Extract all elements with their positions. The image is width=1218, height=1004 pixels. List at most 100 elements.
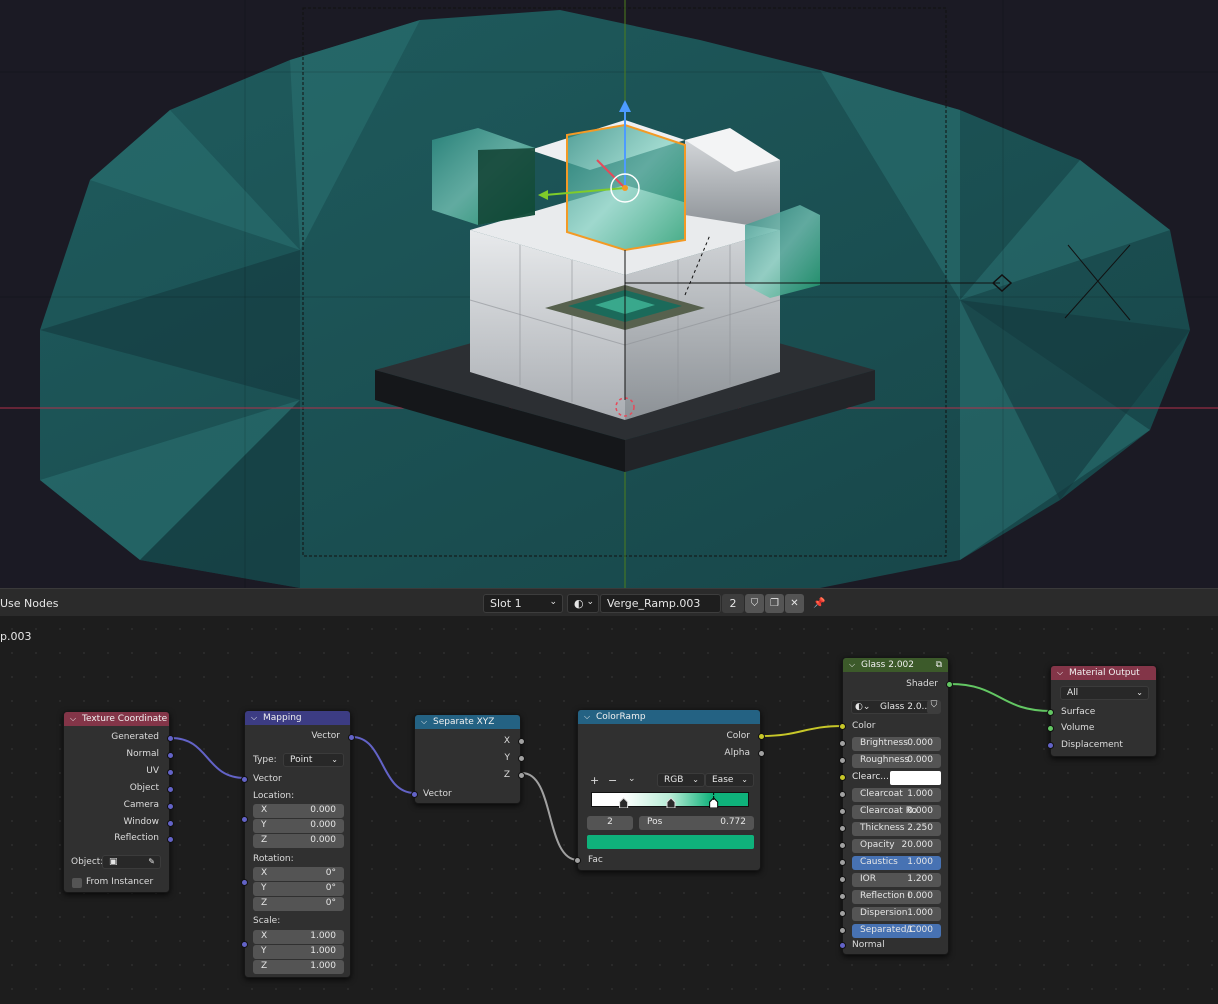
material-name-field[interactable]: Verge_Ramp.003 [600,594,721,613]
chevron-down-icon[interactable]: ⌵ [421,715,427,729]
socket-param[interactable] [839,740,846,747]
socket-volume[interactable] [1047,725,1054,732]
socket-param[interactable] [839,893,846,900]
glass-param-field[interactable]: Separated/C 1.000 [852,924,941,938]
socket-param[interactable] [839,910,846,917]
socket-window[interactable] [167,820,174,827]
node-separate-xyz[interactable]: ⌵ Separate XYZ X Y Z Vector [411,714,525,804]
socket-reflection[interactable] [167,836,174,843]
ramp-stops[interactable] [592,793,750,808]
color-mode-dropdown[interactable]: RGB ⌄ [657,773,705,787]
glass-param-field[interactable]: Reflection I 0.000 [852,890,941,904]
scale-x-field[interactable]: X 1.000 [253,930,344,944]
socket-normal[interactable] [839,942,846,949]
socket-normal[interactable] [167,752,174,759]
socket-param[interactable] [839,774,846,781]
glass-param-field[interactable]: Clearcoat Ro 0.000 [852,805,941,819]
socket-z[interactable] [518,772,525,779]
rotation-x-field[interactable]: X 0° [253,867,344,881]
scale-y-field[interactable]: Y 1.000 [253,945,344,959]
glass-param-field[interactable]: Brightness 0.000 [852,737,941,751]
socket-param[interactable] [839,927,846,934]
remove-stop-button[interactable]: − [608,774,617,787]
chevron-down-icon[interactable]: ⌵ [584,710,590,724]
node-header[interactable]: ⌵ Mapping [245,711,350,725]
chevron-down-icon[interactable]: ⌵ [849,658,855,672]
slot-dropdown[interactable]: Slot 1 ⌄ [483,594,563,613]
glass-param-field[interactable]: Opacity 20.000 [852,839,941,853]
ramp-menu-chevron-icon[interactable]: ⌄ [628,774,636,784]
stop-color-swatch[interactable] [587,835,754,849]
socket-param[interactable] [839,859,846,866]
scale-z-field[interactable]: Z 1.000 [253,960,344,974]
color-ramp-bar[interactable] [591,792,750,808]
node-header[interactable]: ⌵ Glass 2.002 ⧉ [843,658,948,672]
user-count[interactable]: 2 [722,594,744,613]
glass-param-field[interactable]: Caustics 1.000 [852,856,941,870]
glass-param-field[interactable]: IOR 1.200 [852,873,941,887]
socket-vector-in[interactable] [241,776,248,783]
node-texture-coordinate[interactable]: ⌵ Texture Coordinate Generated Normal UV… [63,711,174,893]
socket-scale[interactable] [241,941,248,948]
node-header[interactable]: ⌵ ColorRamp [578,710,760,724]
from-instancer-checkbox[interactable] [72,878,82,888]
socket-surface[interactable] [1047,709,1054,716]
socket-object[interactable] [167,786,174,793]
3d-viewport[interactable] [0,0,1218,588]
material-browse-button[interactable]: ◐ ⌄ [567,594,599,613]
location-y-field[interactable]: Y 0.000 [253,819,344,833]
socket-param[interactable] [839,791,846,798]
socket-generated[interactable] [167,735,174,742]
chevron-down-icon[interactable]: ⌵ [251,711,257,725]
socket-displacement[interactable] [1047,742,1054,749]
node-material-output[interactable]: ⌵ Material Output All ⌄ Surface Volume D… [1047,665,1157,757]
fake-user-shield-icon[interactable]: ⛉ [927,700,941,714]
socket-shader[interactable] [946,681,953,688]
node-header[interactable]: ⌵ Texture Coordinate [64,712,169,726]
chevron-down-icon[interactable]: ⌵ [70,712,76,726]
socket-camera[interactable] [167,803,174,810]
socket-fac[interactable] [574,857,581,864]
socket-y[interactable] [518,755,525,762]
add-stop-button[interactable]: + [590,774,599,787]
node-header[interactable]: ⌵ Material Output [1051,666,1156,680]
socket-vector-in[interactable] [411,791,418,798]
ramp-stop-handle[interactable] [619,797,629,808]
socket-uv[interactable] [167,769,174,776]
glass-param-field[interactable]: Roughness 0.000 [852,754,941,768]
target-dropdown[interactable]: All ⌄ [1060,686,1149,700]
socket-color-in[interactable] [839,723,846,730]
glass-param-field[interactable]: Thickness 2.250 [852,822,941,836]
type-dropdown[interactable]: Point ⌄ [283,753,344,767]
node-glass[interactable]: ⌵ Glass 2.002 ⧉ Shader ◐⌄ Glass 2.0... ⛉… [839,657,953,955]
node-mapping[interactable]: ⌵ Mapping Vector Type: Point ⌄ Vector Lo… [241,710,355,978]
stop-index-field[interactable]: 2 [587,816,633,830]
socket-param[interactable] [839,757,846,764]
socket-rotation[interactable] [241,879,248,886]
socket-vector-out[interactable] [348,734,355,741]
node-group-icon[interactable]: ⧉ [936,658,942,672]
glass-param-field[interactable]: Clearcoat 1.000 [852,788,941,802]
duplicate-icon[interactable]: ❐ [765,594,784,613]
stop-position-field[interactable]: Pos 0.772 [639,816,754,830]
socket-x[interactable] [518,738,525,745]
socket-param[interactable] [839,842,846,849]
location-x-field[interactable]: X 0.000 [253,804,344,818]
rotation-z-field[interactable]: Z 0° [253,897,344,911]
fake-user-shield-icon[interactable]: ⛉ [745,594,764,613]
ramp-stop-handle[interactable] [666,797,676,808]
rotation-y-field[interactable]: Y 0° [253,882,344,896]
use-nodes-label[interactable]: Use Nodes [0,597,59,610]
color-swatch[interactable] [890,771,941,785]
group-selector[interactable]: ◐⌄ Glass 2.0... [851,700,933,714]
glass-param-field[interactable]: Clearc... [852,771,941,785]
node-header[interactable]: ⌵ Separate XYZ [415,715,520,729]
node-color-ramp[interactable]: ⌵ ColorRamp Color Alpha + − ⌄ RGB ⌄ Ease… [574,709,765,871]
pin-icon[interactable]: 📌 [810,594,829,613]
socket-param[interactable] [839,825,846,832]
socket-param[interactable] [839,808,846,815]
eyedropper-icon[interactable]: ✎ [148,856,155,868]
object-field[interactable]: ▣ ✎ [102,855,161,869]
socket-alpha[interactable] [758,750,765,757]
location-z-field[interactable]: Z 0.000 [253,834,344,848]
